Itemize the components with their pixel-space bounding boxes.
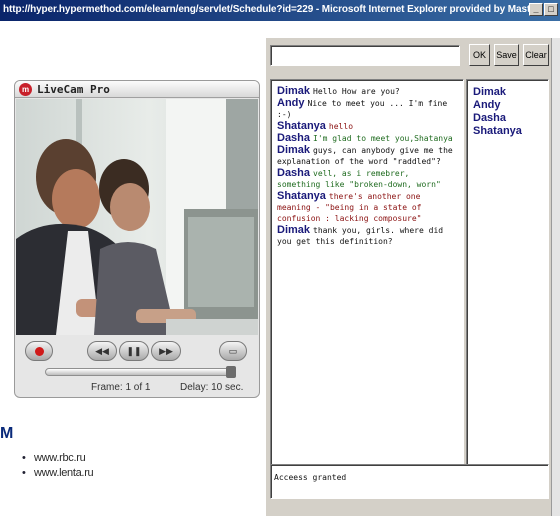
chat-message: Dimak thank you, girls. where did you get… [277, 225, 457, 247]
message-author: Dimak [277, 85, 311, 97]
list-item: www.lenta.ru [22, 466, 94, 481]
chat-message: Andy Nice to meet you ... I'm fine :-) [277, 98, 457, 120]
user-list-item[interactable]: Dimak [473, 86, 548, 99]
message-author: Dasha [277, 132, 311, 144]
link-list: www.rbc.ru www.lenta.ru [22, 451, 94, 481]
message-author: Dimak [277, 224, 311, 236]
livecam-logo-icon: m [19, 83, 32, 96]
user-list-item[interactable]: Andy [473, 99, 548, 112]
browser-window: http://hyper.hypermethod.com/elearn/eng/… [0, 0, 560, 516]
delay-label: Delay: 10 sec. [180, 382, 244, 393]
frame-counter: Frame: 1 of 1 [91, 382, 151, 393]
webcam-image [16, 99, 258, 335]
user-list-box: Dimak Andy Dasha Shatanya [466, 79, 549, 499]
livecam-titlebar: m LiveCam Pro [15, 81, 259, 98]
chat-message: Dimak Hello How are you? [277, 86, 457, 97]
window-title: http://hyper.hypermethod.com/elearn/eng/… [3, 4, 540, 15]
maximize-button[interactable]: □ [544, 3, 558, 16]
livecam-window: m LiveCam Pro ◀◀ ❚❚ ▶▶ ▭ Frame: 1 of 1 D… [14, 80, 260, 398]
user-list-item[interactable]: Dasha [473, 112, 548, 125]
minimize-button[interactable]: _ [529, 3, 543, 16]
pause-button[interactable]: ❚❚ [119, 341, 149, 361]
rewind-button[interactable]: ◀◀ [87, 341, 117, 361]
message-author: Dasha [277, 167, 311, 179]
message-author: Dimak [277, 144, 311, 156]
page-letter: M [0, 425, 14, 442]
playback-controls: ◀◀ ❚❚ ▶▶ ▭ [15, 336, 259, 366]
message-author: Andy [277, 97, 305, 109]
chat-message: Dimak guys, can anybody give me the expla… [277, 145, 457, 167]
frame-slider[interactable] [45, 366, 236, 378]
message-text: I'm glad to meet you,Shatanya [313, 134, 453, 143]
message-text: Hello How are you? [313, 87, 400, 96]
chat-message: Shatanya hello [277, 121, 457, 132]
user-list: Dimak Andy Dasha Shatanya [467, 80, 548, 138]
status-box: Acceess granted [270, 464, 549, 499]
livecam-title: LiveCam Pro [37, 83, 110, 96]
slider-handle[interactable] [226, 366, 236, 378]
video-frame [16, 99, 258, 335]
user-list-item[interactable]: Shatanya [473, 125, 548, 138]
camera-icon[interactable]: ▭ [219, 341, 247, 361]
message-author: Shatanya [277, 190, 326, 202]
clear-button[interactable]: Clear [523, 44, 549, 66]
chat-message: Shatanya there's another one meaning - "b… [277, 191, 457, 224]
window-titlebar: http://hyper.hypermethod.com/elearn/eng/… [0, 0, 560, 21]
link-rbc[interactable]: www.rbc.ru [34, 452, 86, 464]
save-button[interactable]: Save [494, 44, 519, 66]
scrollbar-edge[interactable] [551, 38, 560, 516]
link-lenta[interactable]: www.lenta.ru [34, 467, 94, 479]
chat-messages-box: Dimak Hello How are you? Andy Nice to meet … [270, 79, 464, 499]
chat-panel: OK Save Clear Dimak Hello How are you? And… [266, 38, 560, 516]
chat-message: Dasha I'm glad to meet you,Shatanya [277, 133, 457, 144]
message-author: Shatanya [277, 120, 326, 132]
record-button[interactable] [25, 341, 53, 361]
status-text: Acceess granted [274, 473, 347, 482]
message-input[interactable] [270, 45, 460, 66]
message-list: Dimak Hello How are you? Andy Nice to meet … [271, 80, 463, 247]
list-item: www.rbc.ru [22, 451, 93, 466]
ok-button[interactable]: OK [469, 44, 490, 66]
chat-message: Dasha vell, as i remebrer, something like… [277, 168, 457, 190]
message-text: hello [328, 122, 354, 131]
fast-forward-button[interactable]: ▶▶ [151, 341, 181, 361]
